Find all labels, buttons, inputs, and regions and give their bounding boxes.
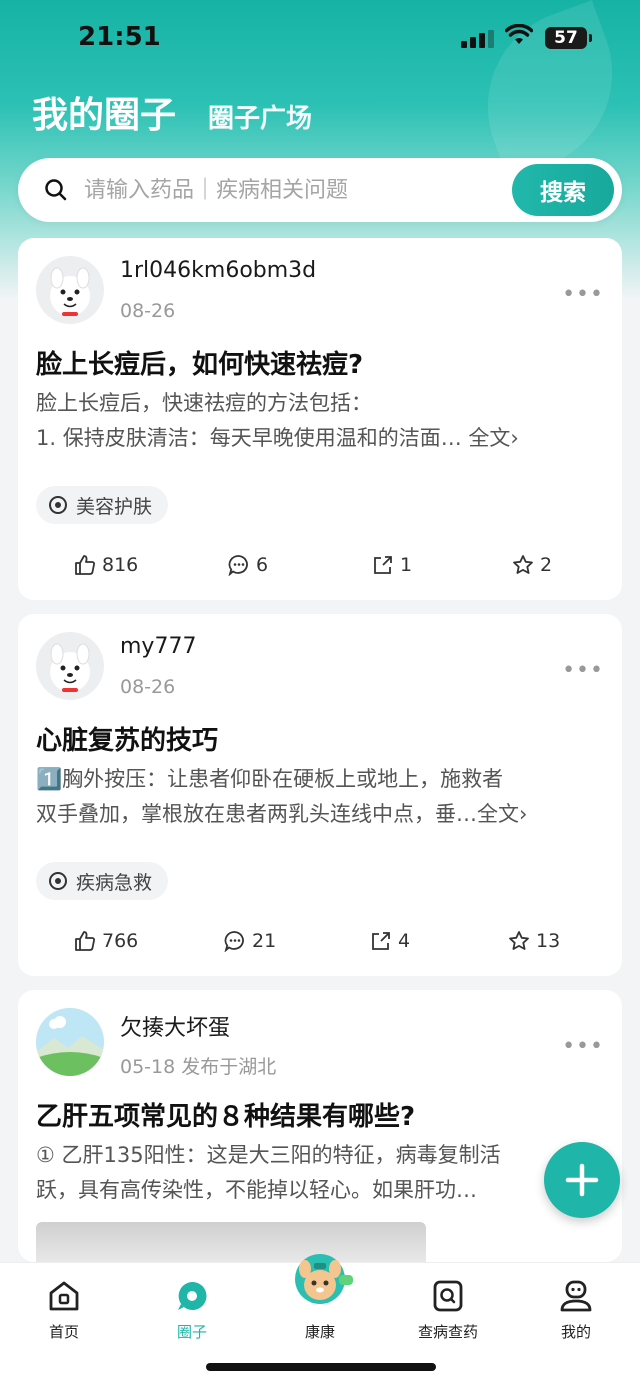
read-more-link[interactable]: 全文› <box>468 426 518 450</box>
home-indicator <box>206 1363 436 1371</box>
excerpt-line: 1. 保持皮肤清洁：每天早晚使用温和的洁面… 全文› <box>36 421 608 456</box>
signal-icon <box>461 30 494 48</box>
share-count: 1 <box>400 554 413 576</box>
tab-my-circles[interactable]: 我的圈子 <box>32 86 176 138</box>
more-options-icon[interactable]: ••• <box>562 1034 604 1059</box>
nav-label: 首页 <box>48 1323 79 1341</box>
comment-button[interactable]: 6 <box>228 554 268 576</box>
nav-check-disease-drug[interactable]: 查病查药 <box>398 1273 498 1342</box>
more-options-icon[interactable]: ••• <box>562 658 604 683</box>
thumbs-up-icon <box>75 931 95 951</box>
username[interactable]: 欠揍大坏蛋 <box>120 1010 230 1042</box>
post-date: 05-18 发布于湖北 <box>120 1056 277 1078</box>
search-button[interactable]: 搜索 <box>512 164 614 216</box>
comment-count: 21 <box>252 930 277 952</box>
avatar[interactable] <box>36 632 104 700</box>
post-date: 08-26 <box>120 676 176 698</box>
wifi-icon <box>505 24 533 44</box>
post-title[interactable]: 心脏复苏的技巧 <box>36 720 218 757</box>
thumbs-up-icon <box>75 555 95 575</box>
circle-icon <box>178 1281 207 1310</box>
search-bar: 搜索 <box>18 158 622 222</box>
like-button[interactable]: 816 <box>74 554 138 576</box>
home-icon <box>49 1281 79 1311</box>
excerpt-line: 双手叠加，掌根放在患者两乳头连线中点，垂…全文› <box>36 797 608 832</box>
share-button[interactable]: 4 <box>370 930 410 952</box>
search-icon <box>45 179 67 201</box>
like-count: 816 <box>102 554 139 576</box>
status-bar: 21:51 57 <box>0 0 640 78</box>
excerpt-line: 跃，具有高传染性，不能掉以轻心。如果肝功… <box>36 1178 477 1202</box>
comment-button[interactable]: 21 <box>224 930 276 952</box>
username[interactable]: 1rl046km6obm3d <box>120 258 316 283</box>
post-date: 08-26 <box>120 300 176 322</box>
post-excerpt[interactable]: 1️⃣胸外按压：让患者仰卧在硬板上或地上，施救者 双手叠加，掌根放在患者两乳头连… <box>36 762 608 832</box>
post-actions: 816 6 1 2 <box>18 554 622 584</box>
favorite-button[interactable]: 13 <box>508 930 560 952</box>
nav-circles[interactable]: 圈子 <box>142 1273 242 1342</box>
share-icon <box>374 556 392 574</box>
more-options-icon[interactable]: ••• <box>562 282 604 307</box>
read-more-link[interactable]: 全文› <box>477 802 527 826</box>
target-icon <box>49 872 67 890</box>
share-count: 4 <box>398 930 411 952</box>
search-doc-icon <box>433 1280 463 1312</box>
comment-count: 6 <box>256 554 269 576</box>
tag-label: 疾病急救 <box>76 871 153 894</box>
avatar[interactable] <box>36 1008 104 1076</box>
topic-tag[interactable]: 美容护肤 <box>36 486 169 524</box>
excerpt-text: 1. 保持皮肤清洁：每天早晚使用温和的洁面… <box>36 426 462 450</box>
nav-home[interactable]: 首页 <box>14 1273 114 1342</box>
excerpt-line: ① 乙肝135阳性：这是大三阳的特征，病毒复制活 <box>36 1143 501 1167</box>
post-card[interactable]: 欠揍大坏蛋 05-18 发布于湖北 ••• 乙肝五项常见的８种结果有哪些? ① … <box>18 990 622 1262</box>
plus-icon <box>565 1163 599 1197</box>
nav-label: 我的 <box>560 1323 591 1341</box>
nav-label: 圈子 <box>176 1323 207 1341</box>
mascot-icon <box>295 1254 353 1304</box>
post-excerpt[interactable]: ① 乙肝135阳性：这是大三阳的特征，病毒复制活 跃，具有高传染性，不能掉以轻心… <box>36 1138 608 1208</box>
favorite-count: 13 <box>536 930 561 952</box>
comment-icon <box>224 931 244 952</box>
post-image[interactable] <box>36 1222 426 1262</box>
star-icon <box>509 931 529 950</box>
battery-level: 57 <box>554 28 578 48</box>
landscape-avatar-icon <box>36 1008 104 1076</box>
excerpt-text: 双手叠加，掌根放在患者两乳头连线中点，垂… <box>36 802 477 826</box>
top-tabs: 我的圈子 圈子广场 <box>32 86 312 138</box>
favorite-count: 2 <box>540 554 553 576</box>
nav-label: 康康 <box>304 1323 335 1341</box>
post-actions: 766 21 4 13 <box>18 930 622 960</box>
post-excerpt[interactable]: 脸上长痘后，快速祛痘的方法包括： 1. 保持皮肤清洁：每天早晚使用温和的洁面… … <box>36 386 608 456</box>
post-card[interactable]: my777 08-26 ••• 心脏复苏的技巧 1️⃣胸外按压：让患者仰卧在硬板… <box>18 614 622 976</box>
like-button[interactable]: 766 <box>74 930 138 952</box>
post-title[interactable]: 乙肝五项常见的８种结果有哪些? <box>36 1096 415 1133</box>
nav-label: 查病查药 <box>417 1323 478 1341</box>
star-icon <box>513 555 533 574</box>
like-count: 766 <box>102 930 139 952</box>
avatar[interactable] <box>36 256 104 324</box>
excerpt-line: 1️⃣胸外按压：让患者仰卧在硬板上或地上，施救者 <box>36 767 504 791</box>
target-icon <box>49 496 67 514</box>
tag-label: 美容护肤 <box>76 495 153 518</box>
share-icon <box>372 932 390 950</box>
tab-circle-square[interactable]: 圈子广场 <box>208 98 312 135</box>
excerpt-line: 脸上长痘后，快速祛痘的方法包括： <box>36 391 372 415</box>
post-card[interactable]: 1rl046km6obm3d 08-26 ••• 脸上长痘后，如何快速祛痘? 脸… <box>18 238 622 600</box>
nav-kangkang[interactable]: 康康 <box>270 1254 370 1342</box>
dog-avatar-icon <box>50 643 90 692</box>
share-button[interactable]: 1 <box>372 554 412 576</box>
favorite-button[interactable]: 2 <box>512 554 552 576</box>
username[interactable]: my777 <box>120 634 196 659</box>
create-post-button[interactable] <box>544 1142 620 1218</box>
dog-avatar-icon <box>50 267 90 316</box>
post-title[interactable]: 脸上长痘后，如何快速祛痘? <box>36 344 363 381</box>
topic-tag[interactable]: 疾病急救 <box>36 862 169 900</box>
nav-profile[interactable]: 我的 <box>526 1273 626 1342</box>
status-time: 21:51 <box>78 22 161 52</box>
battery-icon: 57 <box>545 27 592 49</box>
profile-icon <box>560 1280 592 1312</box>
comment-icon <box>228 555 248 576</box>
search-input[interactable] <box>84 170 504 210</box>
